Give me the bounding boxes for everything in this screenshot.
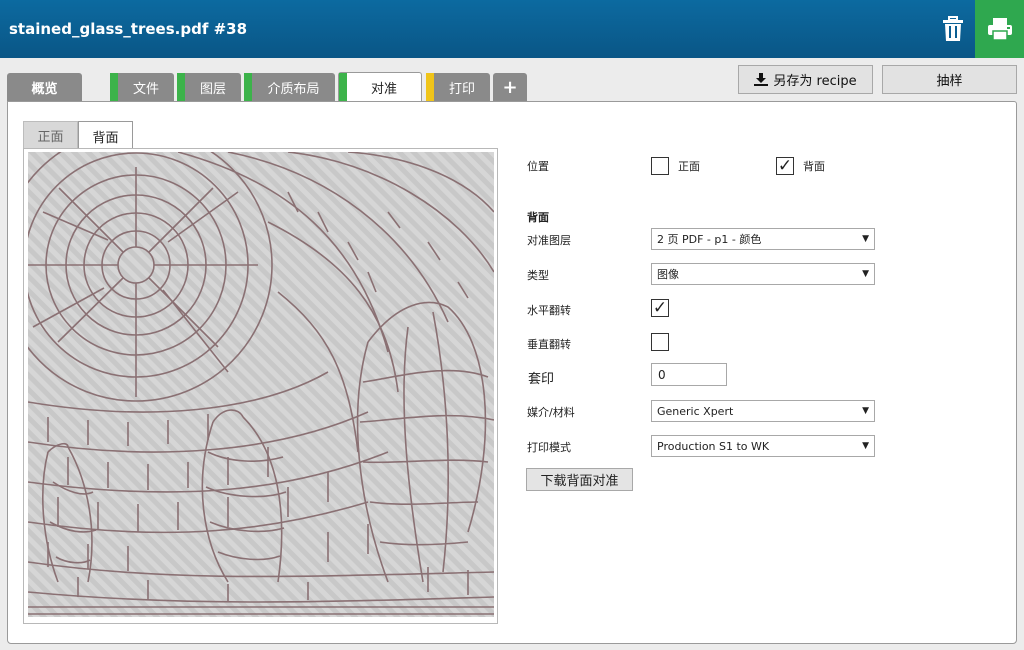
h-flip-label: 水平翻转 — [527, 304, 571, 317]
position-label: 位置 — [527, 160, 549, 173]
tab-alignment[interactable]: 对准 — [338, 72, 422, 102]
type-label: 类型 — [527, 269, 549, 282]
tab-media-layout-label: 介质布局 — [267, 81, 320, 97]
tab-alignment-label: 对准 — [370, 82, 397, 97]
position-back-label: 背面 — [803, 160, 825, 173]
tab-status-stripe — [110, 73, 118, 101]
section-title: 背面 — [527, 211, 549, 224]
media-value: Generic Xpert — [657, 404, 734, 418]
sample-button[interactable]: 抽样 — [882, 65, 1017, 94]
sample-label: 抽样 — [936, 74, 963, 89]
tab-overview-label: 概览 — [31, 81, 58, 97]
dropdown-arrow-icon: ▼ — [862, 234, 869, 244]
download-icon — [754, 73, 769, 86]
tab-print-label: 打印 — [448, 81, 475, 97]
download-back-alignment-label: 下载背面对准 — [540, 474, 619, 489]
print-button[interactable] — [975, 0, 1024, 58]
side-tab-front[interactable]: 正面 — [23, 121, 78, 149]
h-flip-checkbox[interactable]: ✓ — [651, 299, 669, 317]
position-front-label: 正面 — [678, 160, 700, 173]
position-back-checkbox[interactable]: ✓ — [776, 157, 794, 175]
print-mode-value: Production S1 to WK — [657, 439, 770, 453]
save-recipe-button[interactable]: 另存为 recipe — [738, 65, 873, 94]
app-header: stained_glass_trees.pdf #38 — [0, 0, 1024, 58]
side-tab-front-label: 正面 — [37, 130, 64, 145]
add-tab-button[interactable]: + — [493, 73, 527, 101]
stained-glass-preview — [28, 152, 494, 617]
dropdown-arrow-icon: ▼ — [862, 441, 869, 451]
tab-files-label: 文件 — [132, 81, 159, 97]
side-tab-back[interactable]: 背面 — [78, 121, 133, 150]
align-layer-select[interactable]: 2 页 PDF - p1 - 颜色 ▼ — [651, 228, 875, 250]
tab-status-stripe — [426, 73, 434, 101]
delete-button[interactable] — [931, 0, 975, 58]
tab-print[interactable]: 打印 — [426, 73, 490, 101]
media-select[interactable]: Generic Xpert ▼ — [651, 400, 875, 422]
printer-icon — [987, 18, 1012, 41]
v-flip-label: 垂直翻转 — [527, 338, 571, 351]
tab-media-layout[interactable]: 介质布局 — [244, 73, 335, 101]
tab-layers[interactable]: 图层 — [177, 73, 241, 101]
tab-layers-label: 图层 — [199, 81, 226, 97]
tab-files[interactable]: 文件 — [110, 73, 174, 101]
type-value: 图像 — [657, 268, 679, 281]
media-label: 媒介/材料 — [527, 406, 575, 419]
tab-status-stripe — [339, 73, 347, 102]
align-layer-value: 2 页 PDF - p1 - 颜色 — [657, 233, 762, 246]
side-tab-back-label: 背面 — [92, 130, 119, 146]
position-front-checkbox[interactable] — [651, 157, 669, 175]
registration-input[interactable]: 0 — [651, 363, 727, 386]
document-title: stained_glass_trees.pdf #38 — [9, 20, 248, 38]
registration-label: 套印 — [528, 372, 555, 387]
type-select[interactable]: 图像 ▼ — [651, 263, 875, 285]
plus-icon: + — [502, 76, 518, 98]
dropdown-arrow-icon: ▼ — [862, 406, 869, 416]
dropdown-arrow-icon: ▼ — [862, 269, 869, 279]
print-mode-label: 打印模式 — [527, 441, 571, 454]
v-flip-checkbox[interactable] — [651, 333, 669, 351]
print-mode-select[interactable]: Production S1 to WK ▼ — [651, 435, 875, 457]
preview-image — [28, 152, 494, 617]
tab-overview[interactable]: 概览 — [7, 73, 82, 101]
tab-status-stripe — [244, 73, 252, 101]
align-layer-label: 对准图层 — [527, 234, 571, 247]
trash-icon — [943, 16, 963, 41]
save-recipe-label: 另存为 recipe — [773, 74, 857, 89]
tab-status-stripe — [177, 73, 185, 101]
download-back-alignment-button[interactable]: 下载背面对准 — [526, 468, 633, 491]
